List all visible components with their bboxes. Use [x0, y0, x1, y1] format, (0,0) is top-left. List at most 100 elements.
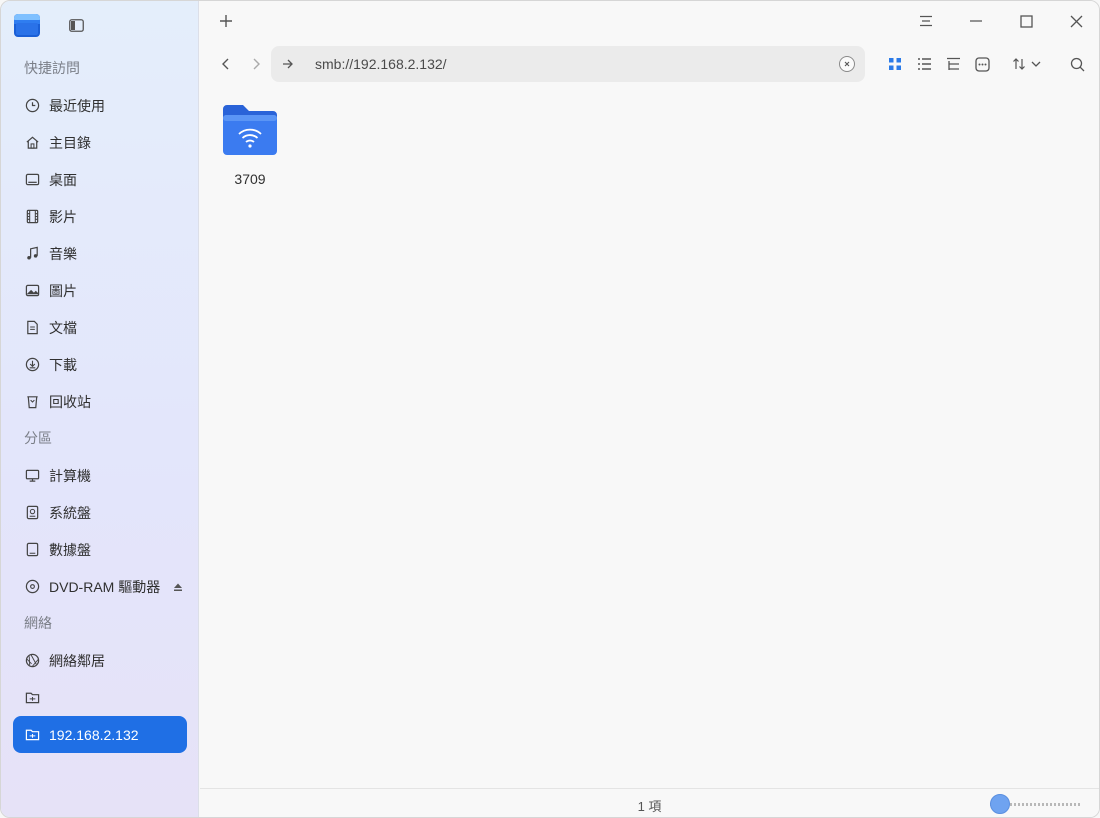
- sidebar-header: [1, 1, 199, 49]
- sidebar-item-documents[interactable]: 文檔: [13, 309, 187, 346]
- sidebar-group-partitions: 分區: [24, 430, 52, 446]
- sort-icon: [1013, 58, 1041, 70]
- sidebar-item-downloads[interactable]: 下載: [13, 346, 187, 383]
- system-disk-icon: [24, 505, 40, 521]
- file-manager-logo-icon: [14, 14, 40, 37]
- sidebar-item-label: DVD-RAM 驅動器: [49, 578, 161, 595]
- sidebar-group-network: 網絡: [24, 615, 52, 631]
- minimize-button[interactable]: [961, 7, 991, 35]
- document-icon: [24, 320, 40, 336]
- home-icon: [24, 135, 40, 151]
- sidebar-item-label: 影片: [49, 208, 77, 225]
- sidebar-item-label: 主目錄: [49, 134, 91, 151]
- minimize-icon: [970, 20, 982, 22]
- sidebar-item-label: 下載: [49, 356, 77, 373]
- sidebar-item-label: 文檔: [49, 319, 77, 336]
- main-menu-button[interactable]: [911, 7, 941, 35]
- forward-button[interactable]: [243, 50, 269, 78]
- picture-icon: [24, 283, 40, 299]
- sidebar-item-label: 計算機: [49, 467, 91, 484]
- item-count: 1 項: [637, 799, 662, 814]
- sidebar-item-192-168-2-132[interactable]: 192.168.2.132: [13, 716, 187, 753]
- desktop-icon: [24, 172, 40, 188]
- zoom-slider-handle[interactable]: [990, 794, 1010, 814]
- sidebar-item-smb-share[interactable]: [13, 679, 187, 716]
- sidebar-item-recent[interactable]: 最近使用: [13, 87, 187, 124]
- sidebar-item-label: 網絡鄰居: [49, 652, 105, 669]
- menu-icon: [920, 15, 932, 27]
- file-name: 3709: [234, 171, 266, 187]
- sidebar-item-data-disk[interactable]: 數據盤: [13, 531, 187, 568]
- sidebar-item-label: 音樂: [49, 245, 77, 262]
- sidebar: 快捷訪問 最近使用 主目錄 桌面 影片 音樂 圖片 文檔 下載 回收站 分區 計…: [1, 1, 199, 817]
- sidebar-item-network-neighborhood[interactable]: 網絡鄰居: [13, 642, 187, 679]
- sidebar-list: 快捷訪問 最近使用 主目錄 桌面 影片 音樂 圖片 文檔 下載 回收站 分區 計…: [13, 50, 187, 753]
- chevron-right-icon: [253, 58, 260, 70]
- sidebar-toggle-button[interactable]: [67, 17, 85, 33]
- sidebar-toggle-icon: [68, 18, 84, 32]
- sidebar-item-label: 系統盤: [49, 504, 91, 521]
- detail-panel-button[interactable]: [969, 50, 995, 78]
- data-disk-icon: [24, 542, 40, 558]
- close-button[interactable]: [1061, 7, 1091, 35]
- computer-icon: [24, 468, 40, 484]
- file-view[interactable]: 3709: [200, 87, 1099, 788]
- sidebar-item-computer[interactable]: 計算機: [13, 457, 187, 494]
- plus-icon: [220, 15, 232, 27]
- list-view-icon: [917, 58, 931, 70]
- eject-icon[interactable]: [172, 581, 184, 593]
- sidebar-item-label: 192.168.2.132: [49, 726, 139, 743]
- address-bar[interactable]: smb://192.168.2.132/: [271, 46, 865, 82]
- search-icon: [1070, 57, 1084, 71]
- network-icon: [24, 653, 40, 669]
- titlebar: [200, 1, 1099, 41]
- sidebar-item-label: 回收站: [49, 393, 91, 410]
- network-folder-icon: [223, 105, 277, 155]
- sidebar-item-trash[interactable]: 回收站: [13, 383, 187, 420]
- sidebar-item-label: 桌面: [49, 171, 77, 188]
- icon-view-button[interactable]: [882, 50, 908, 78]
- grid-view-icon: [889, 58, 901, 70]
- trash-icon: [24, 394, 40, 410]
- search-button[interactable]: [1064, 50, 1090, 78]
- back-button[interactable]: [213, 50, 239, 78]
- smb-share-icon: [24, 690, 40, 706]
- smb-share-icon: [24, 727, 40, 743]
- sidebar-item-pictures[interactable]: 圖片: [13, 272, 187, 309]
- sidebar-item-music[interactable]: 音樂: [13, 235, 187, 272]
- sidebar-item-system-disk[interactable]: 系統盤: [13, 494, 187, 531]
- status-bar: 1 項: [200, 788, 1099, 817]
- sidebar-item-dvd-drive[interactable]: DVD-RAM 驅動器: [13, 568, 187, 605]
- sidebar-item-desktop[interactable]: 桌面: [13, 161, 187, 198]
- sidebar-item-label: 圖片: [49, 282, 77, 299]
- file-manager-window: 快捷訪問 最近使用 主目錄 桌面 影片 音樂 圖片 文檔 下載 回收站 分區 計…: [0, 0, 1100, 818]
- tree-view-button[interactable]: [940, 50, 966, 78]
- address-url[interactable]: smb://192.168.2.132/: [315, 56, 447, 72]
- clear-address-button[interactable]: [839, 56, 855, 72]
- optical-drive-icon: [24, 579, 40, 595]
- close-icon: [844, 61, 850, 67]
- tree-view-icon: [946, 57, 960, 70]
- file-item[interactable]: 3709: [216, 103, 284, 187]
- list-view-button[interactable]: [911, 50, 937, 78]
- clock-icon: [24, 98, 40, 114]
- maximize-button[interactable]: [1011, 7, 1041, 35]
- zoom-slider[interactable]: [990, 794, 1082, 814]
- chevron-left-icon: [222, 58, 229, 70]
- sort-button[interactable]: [1008, 50, 1048, 78]
- sidebar-item-videos[interactable]: 影片: [13, 198, 187, 235]
- sidebar-item-label: 最近使用: [49, 97, 105, 114]
- sidebar-group-quick-access: 快捷訪問: [24, 60, 80, 76]
- sidebar-item-home[interactable]: 主目錄: [13, 124, 187, 161]
- arrow-right-icon[interactable]: [279, 55, 297, 73]
- download-icon: [24, 357, 40, 373]
- maximize-icon: [1019, 14, 1033, 28]
- sidebar-item-label: 數據盤: [49, 541, 91, 558]
- main-pane: smb://192.168.2.132/ 3709 1 項: [200, 1, 1099, 817]
- new-tab-button[interactable]: [211, 7, 241, 35]
- close-icon: [1070, 15, 1082, 27]
- more-icon: [974, 56, 990, 72]
- navigation-bar: smb://192.168.2.132/: [200, 41, 1099, 87]
- music-icon: [24, 246, 40, 262]
- film-icon: [24, 209, 40, 225]
